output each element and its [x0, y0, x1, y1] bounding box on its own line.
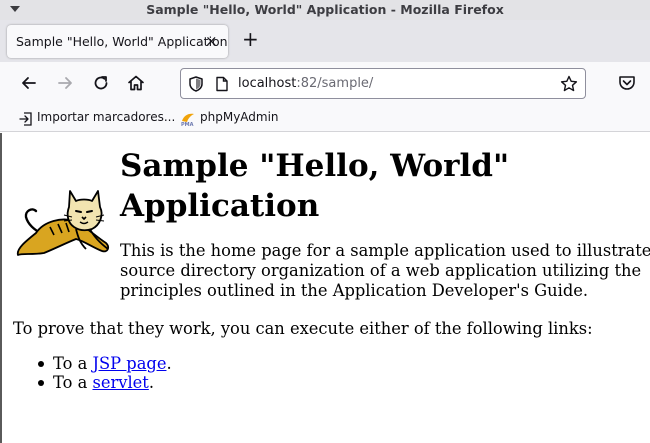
- list-item-prefix: To a: [53, 373, 93, 392]
- bookmark-phpmyadmin[interactable]: phpMyAdmin: [200, 110, 279, 124]
- shield-icon[interactable]: [187, 75, 205, 93]
- list-item-suffix: .: [148, 373, 155, 392]
- bookmark-import[interactable]: Importar marcadores...: [37, 110, 175, 124]
- new-tab-button[interactable]: +: [242, 29, 259, 49]
- page-content: Sample "Hello, World" Application This i…: [0, 133, 650, 443]
- bullet-icon: [38, 361, 44, 367]
- url-bar[interactable]: localhost:82/sample/: [180, 68, 586, 99]
- back-arrow-icon: [22, 77, 36, 89]
- tab-close-icon[interactable]: ×: [205, 32, 218, 50]
- back-button[interactable]: [18, 72, 40, 94]
- url-path: :82/sample/: [296, 76, 374, 91]
- page-info-icon[interactable]: [215, 76, 229, 92]
- url-text[interactable]: localhost:82/sample/: [238, 76, 373, 91]
- phpmyadmin-icon: PMA: [181, 113, 194, 127]
- forward-button[interactable]: [54, 72, 76, 94]
- tab-strip: Sample "Hello, World" Application × +: [0, 20, 650, 62]
- page-title: Sample "Hello, World" Application: [120, 148, 510, 224]
- url-host: localhost: [238, 76, 297, 91]
- tomcat-logo-icon: [16, 190, 109, 256]
- forward-arrow-icon: [58, 77, 72, 89]
- navigation-toolbar: localhost:82/sample/: [0, 62, 650, 104]
- servlet-link[interactable]: servlet: [92, 373, 148, 392]
- svg-text:PMA: PMA: [181, 122, 194, 127]
- links-list: To a JSP page. To a servlet.: [38, 354, 172, 392]
- home-button[interactable]: [125, 72, 147, 94]
- window-left-border: [0, 133, 2, 443]
- window-title: Sample "Hello, World" Application - Mozi…: [146, 2, 504, 17]
- reload-icon: [94, 76, 108, 90]
- window-titlebar: Sample "Hello, World" Application - Mozi…: [0, 0, 650, 20]
- list-item-jsp: To a JSP page.: [38, 354, 172, 373]
- prove-paragraph: To prove that they work, you can execute…: [13, 319, 593, 338]
- tab-label: Sample "Hello, World" Application: [16, 34, 228, 49]
- list-item-servlet: To a servlet.: [38, 373, 172, 392]
- import-icon: [19, 112, 32, 126]
- list-item-suffix: .: [166, 354, 172, 373]
- bullet-icon: [38, 380, 44, 386]
- pocket-icon[interactable]: [616, 72, 638, 94]
- home-icon: [128, 75, 144, 91]
- bookmark-star-icon[interactable]: [559, 74, 579, 94]
- intro-paragraph: This is the home page for a sample appli…: [120, 241, 650, 300]
- list-item-prefix: To a: [53, 354, 93, 373]
- reload-button[interactable]: [90, 72, 112, 94]
- tab-active[interactable]: Sample "Hello, World" Application ×: [7, 25, 228, 58]
- bookmarks-toolbar: Importar marcadores... PMA phpMyAdmin: [0, 104, 650, 132]
- jsp-page-link[interactable]: JSP page: [92, 354, 166, 373]
